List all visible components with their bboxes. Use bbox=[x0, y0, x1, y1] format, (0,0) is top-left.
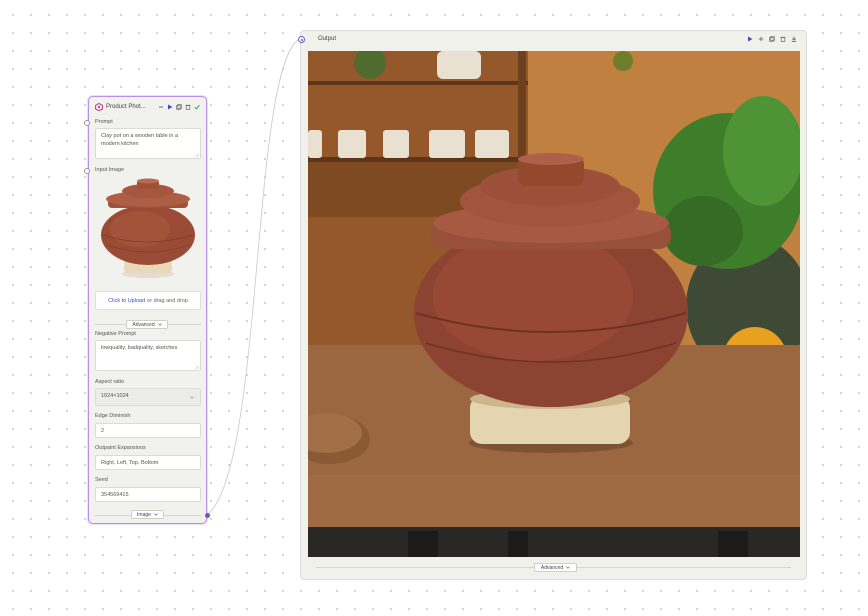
node-header[interactable]: Product Phot... bbox=[95, 101, 200, 113]
input-image-label: Input Image bbox=[95, 167, 125, 173]
seed-input[interactable]: 354569415 bbox=[95, 487, 201, 502]
play-icon[interactable] bbox=[167, 104, 173, 110]
edge-diminish-label: Edge Diminish bbox=[95, 413, 131, 419]
chevron-down-icon bbox=[566, 566, 570, 569]
delete-icon[interactable] bbox=[780, 36, 786, 42]
check-icon[interactable] bbox=[194, 104, 200, 110]
play-icon[interactable] bbox=[747, 36, 753, 42]
negative-prompt-label: Negative Prompt bbox=[95, 331, 136, 337]
click-to-upload-link[interactable]: Click to Upload bbox=[108, 298, 145, 304]
add-icon[interactable] bbox=[758, 36, 764, 42]
input-image-thumbnail[interactable] bbox=[95, 177, 201, 285]
seed-label: Seed bbox=[95, 477, 108, 483]
image-output-port[interactable] bbox=[205, 513, 210, 518]
negative-prompt-textarea[interactable]: lowquality, badquality, sketches bbox=[95, 340, 201, 371]
edge-diminish-input[interactable]: 2 bbox=[95, 423, 201, 438]
hexagon-logo-icon bbox=[95, 103, 103, 111]
output-panel[interactable]: Output Advanced bbox=[298, 30, 807, 580]
output-type-toggle[interactable]: Image bbox=[131, 510, 164, 519]
advanced-label: Advanced bbox=[132, 321, 155, 328]
drag-drop-text: or drag and drop bbox=[147, 297, 188, 304]
prompt-value: Clay pot on a wooden table in a modern k… bbox=[101, 133, 179, 147]
delete-icon[interactable] bbox=[185, 104, 191, 110]
outpaint-expansions-input[interactable]: Right, Left, Top, Bottom bbox=[95, 455, 201, 470]
negative-prompt-value: lowquality, badquality, sketches bbox=[101, 345, 178, 351]
copy-icon[interactable] bbox=[769, 36, 775, 42]
edge-diminish-value: 2 bbox=[101, 428, 105, 434]
advanced-toggle[interactable]: Advanced bbox=[126, 320, 168, 329]
output-input-port[interactable] bbox=[298, 36, 305, 43]
output-type-label: Image bbox=[137, 511, 151, 518]
product-photo-node[interactable]: Product Phot... Prompt Clay pot on a woo… bbox=[84, 96, 210, 524]
resize-handle-icon[interactable] bbox=[195, 153, 199, 157]
input-image-port[interactable] bbox=[84, 168, 90, 174]
chevron-down-icon bbox=[190, 396, 194, 399]
prompt-input-port[interactable] bbox=[84, 120, 90, 126]
aspect-ratio-select[interactable]: 1024×1024 bbox=[95, 388, 201, 406]
duplicate-icon[interactable] bbox=[176, 104, 182, 110]
prompt-label: Prompt bbox=[95, 119, 113, 125]
outpaint-expansions-label: Outpaint Expansions bbox=[95, 445, 146, 451]
aspect-ratio-value: 1024×1024 bbox=[101, 393, 129, 399]
prompt-textarea[interactable]: Clay pot on a wooden table in a modern k… bbox=[95, 128, 201, 159]
output-title: Output bbox=[318, 36, 337, 42]
chevron-down-icon bbox=[157, 323, 162, 326]
chevron-down-icon bbox=[154, 513, 158, 516]
aspect-ratio-label: Aspect ratio bbox=[95, 379, 125, 385]
generated-output-image[interactable] bbox=[308, 51, 800, 557]
seed-value: 354569415 bbox=[101, 492, 129, 498]
upload-dropzone[interactable]: Click to Upload or drag and drop bbox=[95, 291, 201, 310]
outpaint-expansions-value: Right, Left, Top, Bottom bbox=[101, 460, 159, 466]
download-icon[interactable] bbox=[791, 36, 797, 42]
resize-handle-icon[interactable] bbox=[195, 365, 199, 369]
minimize-icon[interactable] bbox=[158, 104, 164, 110]
output-advanced-toggle[interactable]: Advanced bbox=[534, 563, 577, 572]
node-title: Product Phot... bbox=[106, 104, 146, 110]
output-advanced-label: Advanced bbox=[540, 564, 564, 571]
